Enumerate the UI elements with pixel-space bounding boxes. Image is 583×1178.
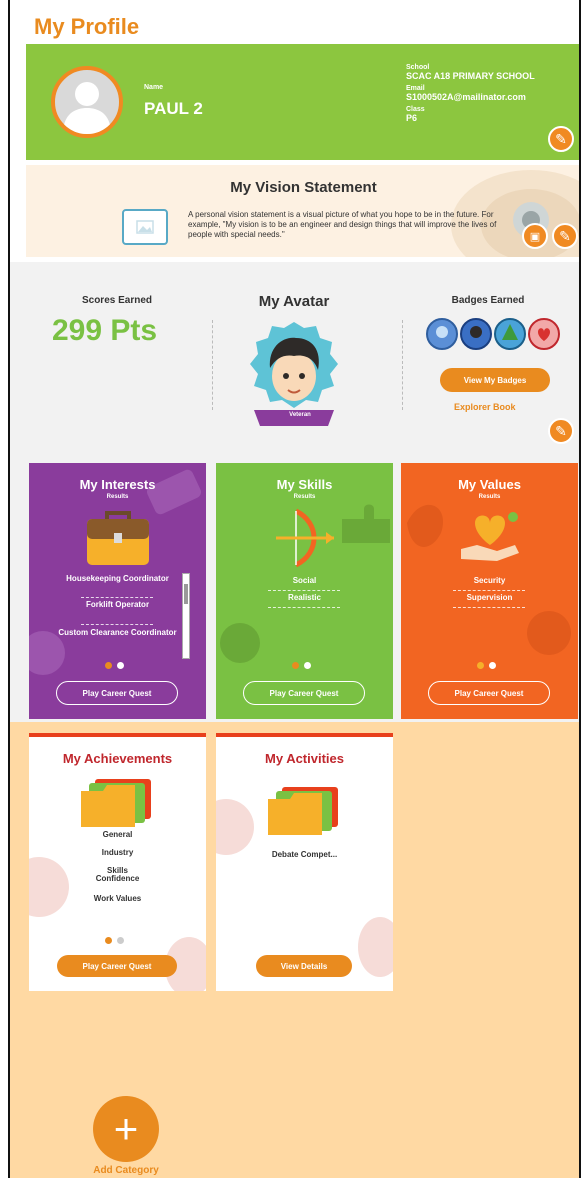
image-icon: ▣ xyxy=(529,230,541,243)
plus-icon: + xyxy=(113,1105,139,1152)
background-decoration-icon xyxy=(29,857,206,991)
scores-value: 299 Pts xyxy=(52,314,158,347)
value-item: Supervision xyxy=(466,593,513,602)
skill-item: Social xyxy=(292,576,317,585)
image-icon xyxy=(136,220,154,234)
pagination-dots[interactable] xyxy=(105,662,124,669)
school-label: School xyxy=(406,64,430,71)
background-decoration-icon xyxy=(216,799,393,977)
divider xyxy=(268,590,340,591)
activities-card: My Activities Debate Compet... View Deta… xyxy=(216,733,393,991)
values-card: My Values Results Security Supervision P… xyxy=(401,463,578,719)
bow-arrow-icon xyxy=(276,508,334,568)
pagination-dots[interactable] xyxy=(477,662,496,669)
divider xyxy=(268,607,340,608)
explorer-book-link[interactable]: Explorer Book xyxy=(454,402,516,412)
vision-image-placeholder[interactable] xyxy=(122,209,168,245)
pagination-dots[interactable] xyxy=(292,662,311,669)
email-label: Email xyxy=(406,85,425,92)
edit-vision-button[interactable]: ✎ xyxy=(552,223,578,249)
interest-item: Forklift Operator xyxy=(85,600,150,609)
value-item: Security xyxy=(473,576,506,585)
avatar[interactable] xyxy=(51,66,123,138)
view-badges-button[interactable]: View My Badges xyxy=(440,368,550,392)
scrollbar[interactable] xyxy=(182,573,190,659)
name-label: Name xyxy=(144,84,164,91)
upload-image-button[interactable]: ▣ xyxy=(522,223,548,249)
play-career-quest-button[interactable]: Play Career Quest xyxy=(56,681,178,705)
achievement-item: Skills Confidence xyxy=(95,866,140,884)
divider xyxy=(402,320,403,410)
achievement-item: General xyxy=(102,830,133,839)
avatar-rank: Veteran xyxy=(289,412,311,418)
achievements-card: My Achievements General Industry Skills … xyxy=(29,733,206,991)
pagination-dots[interactable] xyxy=(105,937,124,944)
achievements-title: My Achievements xyxy=(62,751,173,766)
profile-name: PAUL 2 xyxy=(144,99,203,118)
play-career-quest-button[interactable]: Play Career Quest xyxy=(57,955,177,977)
school-value: SCAC A18 PRIMARY SCHOOL xyxy=(406,71,535,81)
briefcase-icon xyxy=(87,511,149,565)
interests-card: My Interests Results Housekeeping Coordi… xyxy=(29,463,206,719)
dot[interactable] xyxy=(117,662,124,669)
achievement-item: Industry xyxy=(101,848,134,857)
add-category-button[interactable]: + xyxy=(93,1096,159,1162)
vision-statement-card: My Vision Statement A personal vision st… xyxy=(26,165,579,257)
pencil-icon: ✎ xyxy=(555,422,567,439)
dot[interactable] xyxy=(117,937,124,944)
skills-title: My Skills xyxy=(276,477,333,492)
class-value: P6 xyxy=(406,113,418,123)
achievement-item: Work Values xyxy=(93,894,142,903)
page-title: My Profile xyxy=(34,14,140,39)
skill-item: Realistic xyxy=(288,593,321,602)
dot[interactable] xyxy=(489,662,496,669)
play-career-quest-button[interactable]: Play Career Quest xyxy=(243,681,365,705)
skills-sub: Results xyxy=(293,494,316,500)
interests-title: My Interests xyxy=(79,477,156,492)
profile-info: School SCAC A18 PRIMARY SCHOOL Email S10… xyxy=(406,64,535,127)
vision-description: A personal vision statement is a visual … xyxy=(188,210,497,239)
play-career-quest-button[interactable]: Play Career Quest xyxy=(428,681,550,705)
edit-profile-button[interactable]: ✎ xyxy=(548,126,574,152)
values-sub: Results xyxy=(478,494,501,500)
scrollbar-thumb[interactable] xyxy=(184,584,188,604)
class-label: Class xyxy=(406,106,425,113)
add-category-label[interactable]: Add Category xyxy=(76,1165,176,1176)
heart-hand-icon xyxy=(461,512,519,561)
divider xyxy=(453,607,525,608)
interest-item: Housekeeping Coordinator xyxy=(66,574,169,583)
badges-icon[interactable] xyxy=(424,316,568,352)
activities-title: My Activities xyxy=(265,751,344,766)
dot-active[interactable] xyxy=(105,662,112,669)
vision-title: My Vision Statement xyxy=(230,179,377,196)
view-details-button[interactable]: View Details xyxy=(256,955,352,977)
folder-icon xyxy=(268,787,338,835)
divider xyxy=(453,590,525,591)
pencil-icon: ✎ xyxy=(555,130,567,147)
profile-page: My Profile Name PAUL 2 School SCAC A18 P… xyxy=(8,0,581,1178)
avatar-title: My Avatar xyxy=(258,293,330,310)
email-value: S1000502A@mailinator.com xyxy=(406,92,526,102)
dot[interactable] xyxy=(304,662,311,669)
folder-icon xyxy=(81,779,151,827)
divider xyxy=(81,624,153,625)
pencil-icon: ✎ xyxy=(559,227,571,244)
dot-active[interactable] xyxy=(292,662,299,669)
badges-label: Badges Earned xyxy=(451,295,525,306)
scores-label: Scores Earned xyxy=(81,295,153,306)
interest-item: Custom Clearance Coordinator xyxy=(58,628,177,637)
skills-card: My Skills Results Social Realistic Play … xyxy=(216,463,393,719)
user-silhouette-icon xyxy=(63,82,111,134)
dot-active[interactable] xyxy=(105,937,112,944)
divider xyxy=(81,597,153,598)
activity-item: Debate Compet... xyxy=(271,850,338,859)
divider xyxy=(212,320,213,410)
dot-active[interactable] xyxy=(477,662,484,669)
interests-sub: Results xyxy=(106,494,129,500)
profile-card: Name PAUL 2 School SCAC A18 PRIMARY SCHO… xyxy=(26,44,579,160)
edit-avatar-button[interactable]: ✎ xyxy=(548,418,574,444)
values-title: My Values xyxy=(458,477,521,492)
